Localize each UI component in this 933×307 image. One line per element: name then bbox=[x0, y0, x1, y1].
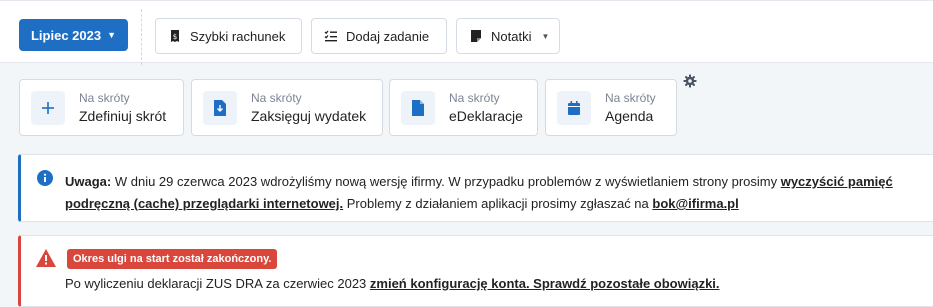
receipt-icon: $ bbox=[171, 30, 179, 42]
warning-icon bbox=[36, 249, 56, 267]
warning-alert-body: Po wyliczeniu deklaracji ZUS DRA za czer… bbox=[65, 276, 370, 291]
shortcut-book-expense[interactable]: Na skróty Zaksięguj wydatek bbox=[191, 79, 383, 136]
toolbar-divider bbox=[141, 9, 142, 65]
month-selector-button[interactable]: Lipiec 2023 ▼ bbox=[19, 19, 128, 51]
top-toolbar: Lipiec 2023 ▼ $ Szybki rachunek Dodaj za… bbox=[0, 0, 933, 65]
info-icon bbox=[37, 170, 53, 186]
document-icon bbox=[401, 90, 435, 125]
info-alert-body-1: W dniu 29 czerwca 2023 wdrożyliśmy nową … bbox=[111, 174, 781, 189]
info-alert-body-2: Problemy z działaniem aplikacji prosimy … bbox=[343, 196, 653, 211]
add-task-button[interactable]: Dodaj zadanie bbox=[311, 18, 447, 54]
note-icon bbox=[471, 30, 481, 42]
file-download-icon bbox=[203, 90, 237, 125]
info-alert: Uwaga: W dniu 29 czerwca 2023 wdrożyliśm… bbox=[18, 154, 933, 222]
shortcut-caption: Na skróty bbox=[251, 91, 302, 105]
calendar-icon bbox=[557, 90, 591, 125]
status-badge: Okres ulgi na start został zakończony. bbox=[67, 249, 278, 269]
shortcut-label: eDeklaracje bbox=[449, 108, 523, 124]
shortcut-caption: Na skróty bbox=[449, 91, 500, 105]
change-config-link[interactable]: zmień konfigurację konta. Sprawdź pozost… bbox=[370, 276, 720, 291]
support-email-link[interactable]: bok@ifirma.pl bbox=[652, 196, 738, 211]
info-alert-text: Uwaga: W dniu 29 czerwca 2023 wdrożyliśm… bbox=[65, 171, 925, 215]
shortcut-label: Zdefiniuj skrót bbox=[79, 108, 167, 124]
quick-invoice-label: Szybki rachunek bbox=[190, 28, 286, 44]
chevron-down-icon: ▼ bbox=[541, 31, 550, 41]
shortcut-agenda[interactable]: Na skróty Agenda bbox=[545, 79, 677, 136]
svg-text:$: $ bbox=[173, 33, 177, 41]
month-label: Lipiec 2023 bbox=[30, 27, 102, 43]
chevron-down-icon: ▼ bbox=[107, 30, 117, 40]
shortcut-caption: Na skróty bbox=[79, 91, 130, 105]
add-task-label: Dodaj zadanie bbox=[346, 28, 430, 44]
notes-label: Notatki bbox=[491, 28, 532, 44]
shortcut-label: Zaksięguj wydatek bbox=[251, 108, 367, 124]
shortcut-caption: Na skróty bbox=[605, 91, 656, 105]
plus-icon bbox=[31, 90, 65, 125]
shortcut-define[interactable]: Na skróty Zdefiniuj skrót bbox=[19, 79, 184, 136]
shortcut-edeclarations[interactable]: Na skróty eDeklaracje bbox=[389, 79, 538, 136]
quick-invoice-button[interactable]: $ Szybki rachunek bbox=[155, 18, 302, 54]
shortcut-label: Agenda bbox=[605, 108, 654, 124]
gear-icon[interactable] bbox=[683, 74, 697, 88]
warning-alert: Okres ulgi na start został zakończony. P… bbox=[18, 235, 933, 307]
warning-alert-text: Po wyliczeniu deklaracji ZUS DRA za czer… bbox=[65, 276, 720, 291]
info-alert-title: Uwaga: bbox=[65, 174, 112, 189]
notes-button[interactable]: Notatki ▼ bbox=[456, 18, 560, 54]
task-list-icon bbox=[324, 30, 337, 42]
